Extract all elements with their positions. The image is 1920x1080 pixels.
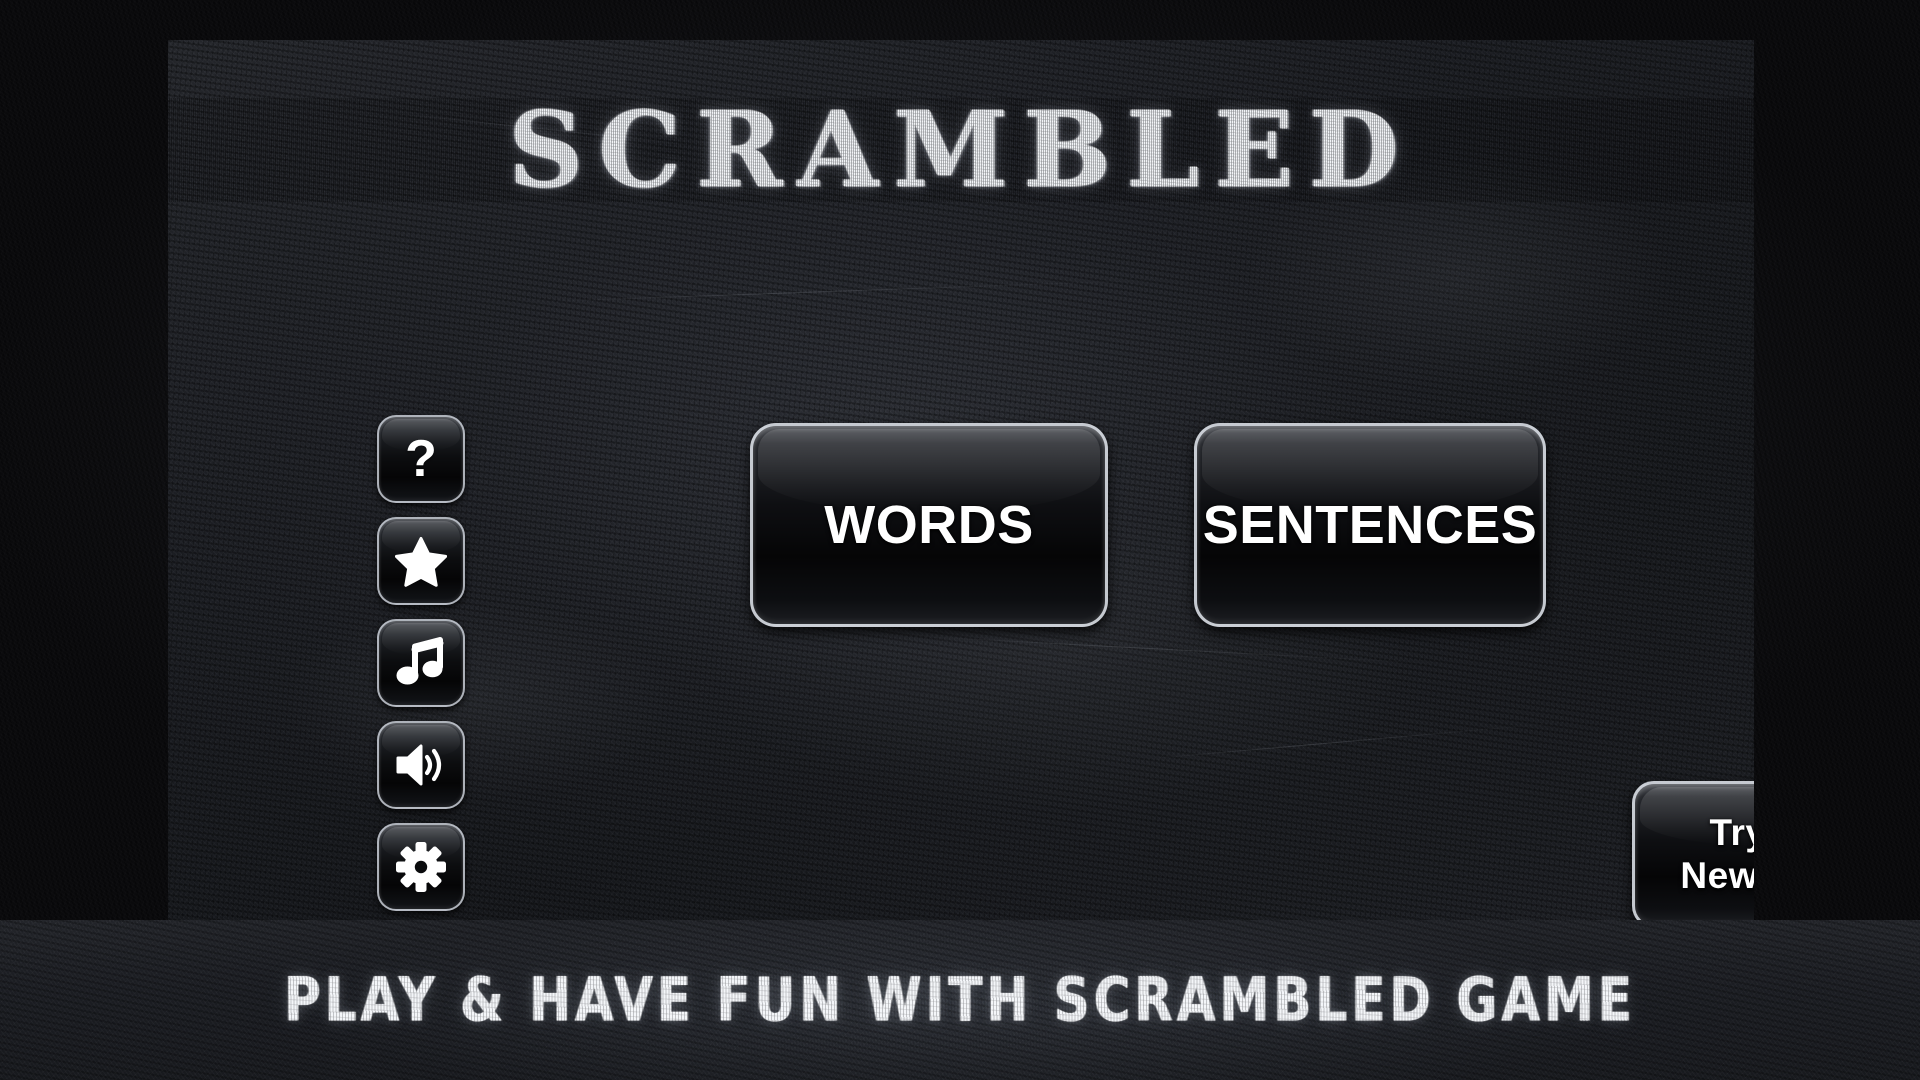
promo-line-1: Try Our [1709, 811, 1754, 853]
sidebar-item-help[interactable]: ? [377, 415, 465, 503]
words-mode-button[interactable]: WORDS [750, 423, 1108, 627]
question-mark-icon: ? [405, 430, 437, 488]
banner-tagline-text: PLAY & HAVE FUN WITH SCRAMBLED GAME [284, 964, 1636, 1036]
sidebar-item-rate[interactable] [377, 517, 465, 605]
chalk-scratch [1148, 721, 1568, 760]
chalkboard-panel: SCRAMBLED ? WORDS SENTENCES Tr New [168, 40, 1754, 920]
chalk-scratch [548, 279, 1168, 302]
game-title-text: SCRAMBLED [508, 88, 1414, 211]
sidebar-item-settings[interactable] [377, 823, 465, 911]
music-note-icon [396, 637, 444, 685]
sentences-button-label: SENTENCES [1202, 494, 1538, 555]
try-our-new-game-button[interactable]: Try Our New Game [1632, 781, 1754, 920]
game-title: SCRAMBLED [168, 98, 1754, 202]
sidebar-item-sound[interactable] [377, 721, 465, 809]
chalk-smudge [288, 600, 668, 800]
try-our-new-game-label: Try Our New Game [1680, 812, 1754, 897]
bottom-banner: PLAY & HAVE FUN WITH SCRAMBLED GAME [0, 920, 1920, 1080]
sentences-mode-button[interactable]: SENTENCES [1194, 423, 1546, 627]
star-icon [395, 537, 447, 587]
chalk-scratch [928, 636, 1448, 665]
sidebar-icon-menu: ? [377, 415, 465, 911]
gear-icon [396, 842, 446, 892]
promo-line-2: New Game [1680, 854, 1754, 896]
game-main-menu-screen: SCRAMBLED ? WORDS SENTENCES Tr New PLAY … [0, 0, 1920, 1080]
words-button-label: WORDS [824, 494, 1034, 555]
sidebar-item-music[interactable] [377, 619, 465, 707]
speaker-icon [396, 744, 442, 786]
banner-tagline: PLAY & HAVE FUN WITH SCRAMBLED GAME [0, 920, 1920, 1080]
